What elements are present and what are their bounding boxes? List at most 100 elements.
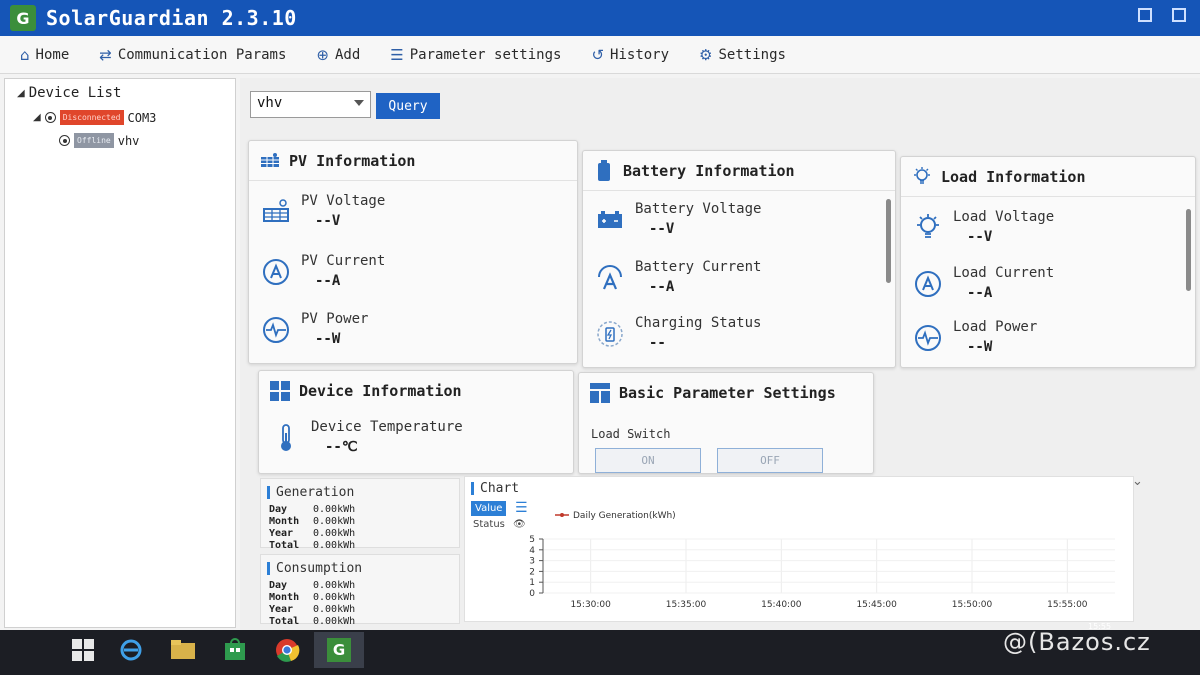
query-button[interactable]: Query (376, 93, 440, 119)
y-tick-label: 2 (529, 567, 535, 577)
chart-plot: 012345 15:30:00 15:35:00 15:40:00 15:45:00 15… (529, 511, 1115, 610)
generation-row: Total 0.00kWh (269, 540, 356, 551)
device-node[interactable]: Offline vhv (59, 133, 235, 148)
panel-header: Load Information (901, 157, 1195, 197)
consumption-header: Consumption (267, 561, 459, 576)
legend-marker (560, 513, 564, 517)
menu-settings[interactable]: ⚙ Settings (699, 46, 786, 64)
swap-arrows-icon: ⇄ (99, 45, 112, 64)
battery-current-value: --A (649, 279, 675, 295)
app-window: G SolarGuardian 2.3.10 ⌂ Home ⇄ Communic… (0, 0, 1200, 630)
menu-param-label: Parameter settings (409, 46, 562, 63)
menu-history-label: History (610, 46, 670, 63)
panel-header: Basic Parameter Settings (579, 373, 873, 413)
x-tick-label: 15:45:00 (856, 600, 897, 610)
watermark: @(Bazos.cz (1003, 628, 1151, 656)
thermometer-icon (281, 424, 291, 451)
store-icon[interactable] (210, 632, 260, 668)
generation-panel: Generation Day 0.00kWh Month 0.00kWh Year 0… (260, 478, 460, 551)
load-scrollbar[interactable] (1186, 209, 1191, 291)
app-logo-icon: G (10, 5, 36, 31)
consumption-title: Consumption (276, 561, 363, 576)
file-explorer-icon[interactable] (158, 632, 208, 668)
port-node[interactable]: ◢ Disconnected COM3 (33, 110, 235, 125)
panel-header: PV Information (249, 141, 577, 181)
panel-header: Battery Information (583, 151, 895, 191)
pv-power-metric: PV Power --W (261, 311, 368, 347)
load-current-metric: Load Current --A (913, 265, 1054, 301)
maximize-icon[interactable] (1138, 8, 1152, 22)
device-status-badge: Offline (74, 133, 114, 148)
consumption-row: Day 0.00kWh (269, 580, 356, 591)
menu-parameter-settings[interactable]: ☰ Parameter settings (390, 46, 561, 64)
menu-add[interactable]: ⊕ Add (316, 46, 360, 64)
gear-icon: ⚙ (699, 45, 713, 64)
pv-voltage-label: PV Voltage (301, 193, 386, 209)
consumption-rows: Day 0.00kWh Month 0.00kWh Year 0.00kWh Tota… (261, 580, 459, 628)
y-tick-label: 1 (529, 578, 535, 588)
device-info-title: Device Information (299, 382, 462, 400)
menu-home[interactable]: ⌂ Home (20, 46, 69, 64)
device-list-panel: ◢ Device List ◢ Disconnected COM3 Offlin… (4, 78, 236, 628)
load-on-button[interactable]: ON (595, 448, 701, 473)
device-list-root[interactable]: ◢ Device List (17, 85, 235, 101)
menu-add-label: Add (334, 46, 361, 63)
load-off-button[interactable]: OFF (717, 448, 823, 473)
device-list-label: Device List (28, 85, 122, 101)
bulb-icon (917, 214, 939, 238)
collapse-triangle-icon[interactable]: ◢ (17, 88, 25, 99)
generation-title: Generation (276, 485, 355, 500)
charging-status-metric: Charging Status -- (595, 315, 761, 351)
load-power-metric: Load Power --W (913, 319, 1037, 355)
internet-explorer-icon[interactable] (106, 632, 156, 668)
load-current-value: --A (967, 285, 993, 301)
history-icon: ↺ (591, 45, 605, 64)
ampere-icon (263, 259, 289, 285)
pv-current-metric: PV Current --A (261, 253, 385, 289)
charging-icon (597, 321, 623, 347)
basic-parameter-settings-panel: Basic Parameter Settings Load Switch ON … (578, 372, 874, 474)
x-tick-label: 15:40:00 (761, 600, 802, 610)
solarguardian-taskbar-icon[interactable]: G (314, 632, 364, 668)
battery-voltage-value: --V (649, 221, 675, 237)
sliders-icon: ☰ (390, 45, 404, 64)
grid-tiles-icon (269, 380, 291, 402)
menu-settings-label: Settings (718, 46, 786, 63)
window-controls (1138, 8, 1186, 22)
start-windows-icon[interactable] (58, 632, 108, 668)
generation-row: Day 0.00kWh (269, 504, 356, 515)
chrome-icon[interactable] (262, 632, 312, 668)
generation-rows: Day 0.00kWh Month 0.00kWh Year 0.00kWh Tota… (261, 504, 459, 552)
load-voltage-metric: Load Voltage --V (913, 209, 1054, 245)
battery-terminal-icon (598, 211, 622, 228)
solarguardian-logo-icon: G (327, 638, 351, 662)
y-tick-label: 5 (529, 535, 535, 545)
charging-status-value: -- (649, 335, 666, 351)
x-tick-label: 15:55:00 (1047, 600, 1088, 610)
collapse-triangle-icon[interactable]: ◢ (33, 112, 41, 123)
menu-history[interactable]: ↺ History (591, 46, 669, 64)
y-tick-label: 4 (529, 546, 535, 556)
battery-scrollbar[interactable] (886, 199, 891, 283)
load-power-value: --W (967, 339, 993, 355)
load-title: Load Information (941, 167, 1086, 186)
generation-row: Month 0.00kWh (269, 516, 356, 527)
x-tick-label: 15:35:00 (666, 600, 707, 610)
charging-status-label: Charging Status (635, 315, 762, 331)
ampere-icon (915, 271, 941, 297)
device-select-value: vhv (257, 95, 283, 111)
chevron-down-icon (354, 100, 364, 106)
consumption-panel: Consumption Day 0.00kWh Month 0.00kWh Year… (260, 554, 460, 627)
consumption-row: Month 0.00kWh (269, 592, 356, 603)
restore-icon[interactable] (1172, 8, 1186, 22)
device-select[interactable]: vhv (250, 91, 371, 118)
load-switch-label: Load Switch (591, 427, 671, 441)
menu-communication-params[interactable]: ⇄ Communication Params (99, 46, 286, 64)
port-label: COM3 (127, 110, 157, 125)
generation-row: Year 0.00kWh (269, 528, 356, 539)
load-current-label: Load Current (953, 265, 1055, 281)
device-temperature-label: Device Temperature (311, 419, 463, 435)
battery-title: Battery Information (623, 161, 795, 180)
solar-panel-icon (259, 150, 281, 172)
battery-voltage-label: Battery Voltage (635, 201, 762, 217)
